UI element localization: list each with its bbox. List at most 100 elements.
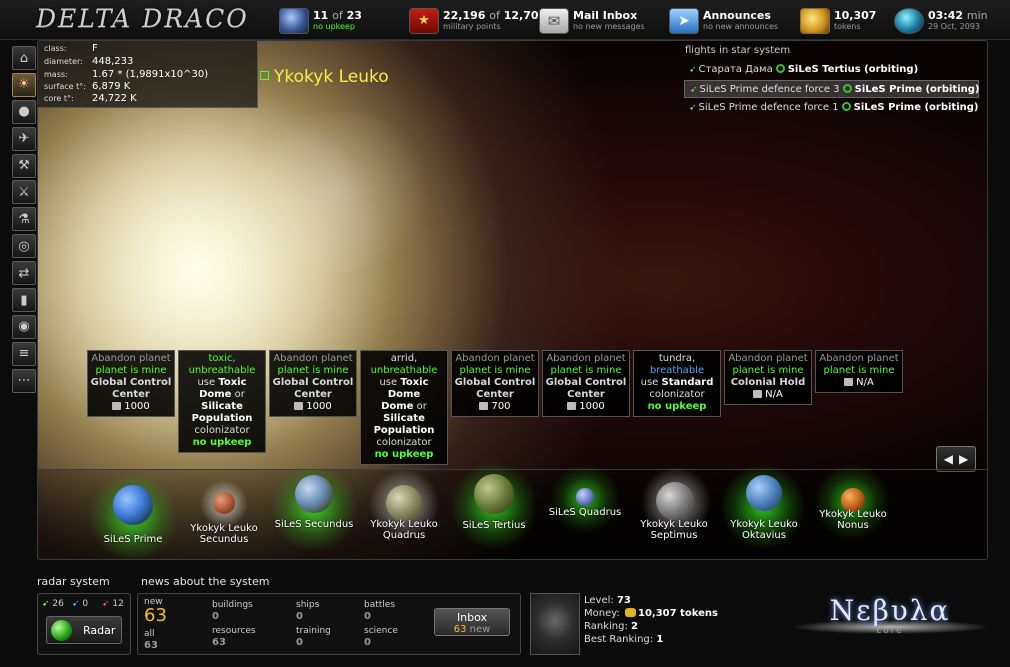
planet-sphere[interactable]: [386, 485, 422, 521]
planet-name[interactable]: Ykokyk Leuko Nonus: [803, 509, 903, 531]
star-system-icon[interactable]: ☀: [12, 72, 36, 97]
planet-name[interactable]: SiLeS Tertius: [444, 520, 544, 531]
brand-subtitle: core: [876, 626, 904, 636]
own-fleet-icon: ➹: [42, 599, 50, 609]
planet-name[interactable]: Ykokyk Leuko Quadrus: [354, 519, 454, 541]
fleet-icon[interactable]: ✈: [12, 126, 36, 151]
radar-button[interactable]: Radar: [46, 616, 122, 644]
news-all-count[interactable]: 63: [144, 640, 158, 651]
more-icon[interactable]: ⋯: [12, 368, 36, 393]
planet-name[interactable]: Ykokyk Leuko Septimus: [624, 519, 724, 541]
planet-sphere[interactable]: [576, 488, 594, 506]
star-mass: mass: 1.67 * (1,9891x10^30): [44, 69, 209, 80]
system-title: Ykokyk Leuko: [260, 67, 389, 87]
game-clock: 03:42 min 29 Oct, 2093: [894, 8, 1004, 36]
stars-icon: ★: [409, 8, 439, 34]
orbit-icon: [842, 84, 852, 93]
cost-icon: [294, 402, 304, 410]
inbox-button[interactable]: Inbox 63 new: [434, 608, 510, 636]
planet-name[interactable]: SiLeS Secundus: [264, 519, 364, 530]
planet-sphere[interactable]: [213, 492, 235, 514]
radar-title: radar system: [37, 575, 110, 588]
avatar[interactable]: [530, 593, 580, 655]
fleet-arrow-icon: ➹: [690, 85, 698, 95]
arrow-left-icon[interactable]: ◀: [944, 452, 953, 466]
player-best-ranking: Best Ranking: 1: [584, 634, 664, 645]
military-icon[interactable]: ⚔: [12, 180, 36, 205]
planet-name[interactable]: SiLeS Prime: [83, 534, 183, 545]
megaphone-icon: ➤: [669, 8, 699, 34]
star-system-view: class: F diameter: 448,233 mass: 1.67 * (1,…: [37, 40, 988, 560]
planet-name[interactable]: Ykokyk Leuko Oktavius: [714, 519, 814, 541]
planet-card[interactable]: Abandon planet planet is mine Global Con…: [87, 350, 175, 417]
statistics-icon[interactable]: ▮: [12, 288, 36, 313]
alliance-icon[interactable]: ◎: [12, 234, 36, 259]
radar-icon: [51, 620, 72, 641]
star-diameter: diameter: 448,233: [44, 56, 134, 67]
globe-icon: [279, 8, 309, 34]
flights-list: ➹ Старата Дама SiLeS Tertius (orbiting) ➹ S…: [684, 61, 979, 118]
player-ranking: Ranking: 2: [584, 621, 638, 632]
flight-item[interactable]: ➹ SiLeS Prime defence force 3 SiLeS Prime …: [684, 80, 979, 98]
enemy-fleet-icon: ➹: [102, 599, 110, 609]
game-logo[interactable]: DELTA DRACO: [36, 4, 249, 33]
trade-icon[interactable]: ⇄: [12, 261, 36, 286]
planet-icon[interactable]: ●: [12, 99, 36, 124]
planet-card[interactable]: Abandon planet planet is mine Global Con…: [269, 350, 357, 417]
radar-panel: ➹ 26 ➹ 0 ➹ 12 Radar: [37, 593, 131, 655]
flight-item[interactable]: ➹ SiLeS Prime defence force 1 SiLeS Prime …: [684, 99, 979, 117]
planet-card[interactable]: Abandon planet planet is mine Global Con…: [451, 350, 539, 417]
science-icon[interactable]: ⚗: [12, 207, 36, 232]
planet-sphere[interactable]: [656, 482, 694, 520]
ally-fleet-icon: ➹: [72, 599, 80, 609]
news-new-count[interactable]: 63: [144, 605, 167, 626]
clock-globe-icon: [894, 8, 924, 34]
announces[interactable]: ➤ Announces no new announces: [669, 8, 789, 36]
news-panel: new 63 all 63 buildings 0 resources 63 s…: [137, 593, 521, 655]
cost-icon: [844, 378, 854, 386]
military-counter[interactable]: ★ 22,196 of 12,700 military points: [409, 8, 546, 36]
tokens-counter[interactable]: 10,307 tokens: [800, 8, 880, 36]
star-flare: [238, 111, 438, 271]
orbit-icon: [841, 102, 851, 111]
cost-icon: [112, 402, 122, 410]
planet-card[interactable]: Abandon planet planet is mine Global Con…: [542, 350, 630, 417]
star-class: class: F: [44, 43, 98, 54]
home-icon[interactable]: ⌂: [12, 46, 36, 70]
flight-item[interactable]: ➹ Старата Дама SiLeS Tertius (orbiting): [684, 61, 979, 79]
star-info-panel: class: F diameter: 448,233 mass: 1.67 * (1,…: [38, 41, 258, 108]
planet-sphere[interactable]: [474, 474, 514, 514]
envelope-icon: ✉: [539, 8, 569, 34]
flights-title: flights in star system: [685, 45, 791, 56]
mail-inbox[interactable]: ✉ Mail Inbox no new messages: [539, 8, 649, 36]
library-icon[interactable]: ≡: [12, 341, 36, 366]
research-icon[interactable]: ⚒: [12, 153, 36, 178]
planet-sphere[interactable]: [295, 475, 333, 513]
upkeep-status: no upkeep: [313, 22, 355, 31]
arrow-right-icon[interactable]: ▶: [959, 452, 968, 466]
cost-icon: [753, 390, 763, 398]
planet-sphere[interactable]: [746, 475, 782, 511]
left-navigation: ⌂ ☀ ● ✈ ⚒ ⚔ ⚗ ◎ ⇄ ▮ ◉ ≡ ⋯: [12, 46, 38, 396]
fleet-arrow-icon: ➹: [689, 103, 697, 113]
planet-sphere[interactable]: [113, 485, 153, 525]
star-surface-temp: surface t°: 6,879 K: [44, 81, 131, 92]
planet-card[interactable]: Abandon planet planet is mine Colonial H…: [724, 350, 812, 405]
news-title: news about the system: [141, 575, 270, 588]
planet-card[interactable]: tundra, breathable use Standard coloniza…: [633, 350, 721, 417]
cost-icon: [567, 402, 577, 410]
star-core-temp: core t°: 24,722 K: [44, 93, 137, 104]
planet-card[interactable]: toxic, unbreathable use Toxic Dome or Si…: [178, 350, 266, 453]
planets-counter[interactable]: 11 of 23 no upkeep: [279, 8, 389, 36]
planet-name[interactable]: SiLeS Quadrus: [535, 507, 635, 518]
planet-card[interactable]: Abandon planet planet is mine N/A: [815, 350, 903, 393]
eye-icon[interactable]: ◉: [12, 314, 36, 339]
fleet-arrow-icon: ➹: [689, 65, 697, 75]
coin-icon: [624, 608, 636, 617]
orbit-icon: [775, 64, 785, 73]
planet-name[interactable]: Ykokyk Leuko Secundus: [174, 523, 274, 545]
planet-strip: SiLeS Prime Ykokyk Leuko Secundus SiLeS …: [38, 462, 987, 559]
planet-card[interactable]: arrid, unbreathable use Toxic Dome Dome …: [360, 350, 448, 465]
cost-icon: [479, 402, 489, 410]
player-money: Money: 10,307 tokens: [584, 608, 718, 619]
